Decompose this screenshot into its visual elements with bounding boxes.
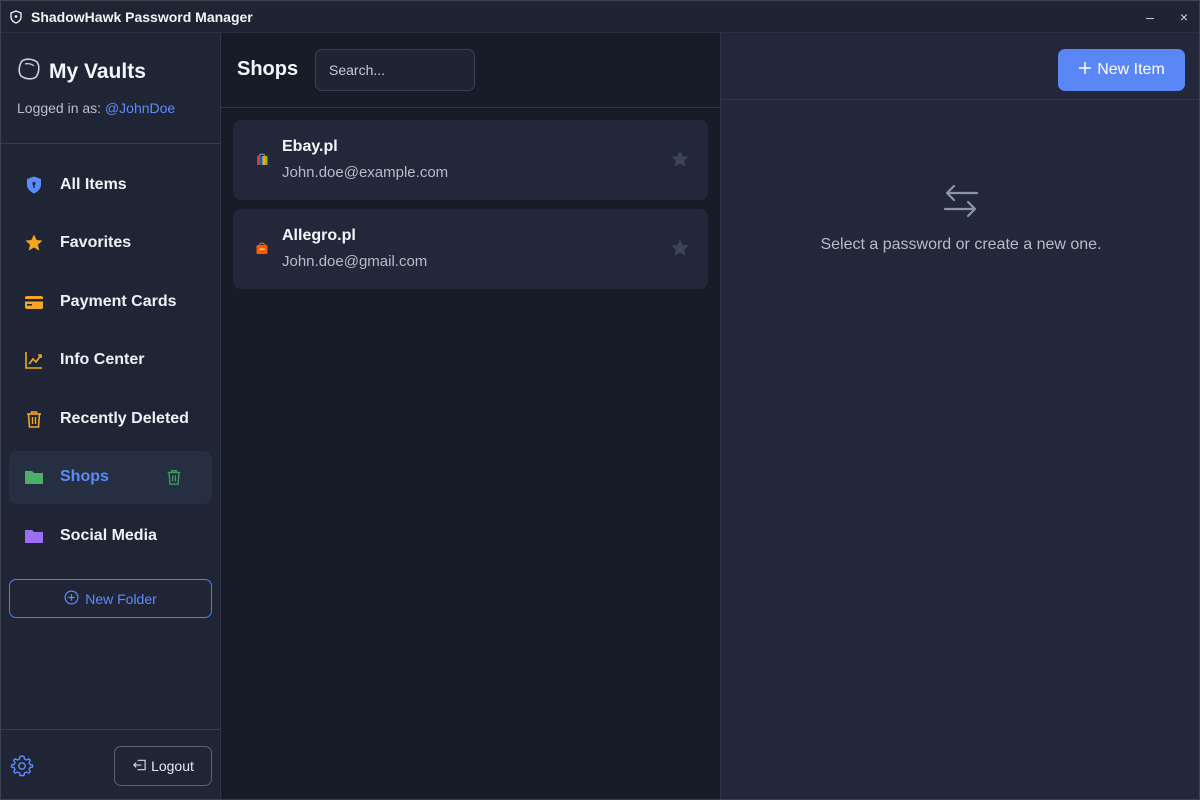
item-name: Allegro.pl [282,227,356,244]
sidebar-item-label: Social Media [60,526,157,544]
sidebar-item-label: Recently Deleted [60,409,189,427]
shield-icon [24,175,44,195]
logout-label: Logout [151,758,194,774]
vault-logo-icon [17,57,41,86]
new-item-label: New Item [1097,61,1165,78]
item-name: Ebay.pl [282,138,338,155]
new-folder-button[interactable]: New Folder [9,579,212,618]
list-header: Shops [221,33,721,108]
sidebar-divider [1,143,221,144]
sidebar-item-all-items[interactable]: All Items [9,158,212,211]
logged-in-label: Logged in as: [17,100,102,116]
favorite-star-icon[interactable] [670,238,690,258]
sidebar-item-label: Payment Cards [60,292,177,310]
detail-header: New Item [721,33,1199,100]
folder-icon [24,526,44,546]
sidebar: My Vaults Logged in as: @JohnDoe All Ite… [1,33,221,799]
folder-icon [24,467,44,487]
window-title: ShadowHawk Password Manager [31,8,253,25]
item-list: Ebay.pl John.doe@example.com Allegro.pl … [233,120,708,298]
item-list-panel: Shops Ebay.pl John.doe@example.com Alleg… [221,33,721,799]
app-window: ShadowHawk Password Manager – × My Vault… [0,0,1200,800]
logged-in-info: Logged in as: @JohnDoe [17,100,207,116]
shield-logo-icon [9,9,23,24]
detail-panel: New Item Select a password or create a n… [721,33,1199,799]
trend-chart-icon [24,350,44,370]
item-email: John.doe@example.com [282,164,449,181]
star-icon [24,233,44,253]
sidebar-item-social-media[interactable]: Social Media [9,509,212,562]
search-input[interactable] [315,49,475,91]
delete-folder-icon[interactable] [164,467,184,487]
minimize-button[interactable]: – [1133,1,1167,33]
sidebar-item-info-center[interactable]: Info Center [9,334,212,387]
sidebar-item-payment-cards[interactable]: Payment Cards [9,275,212,328]
swap-arrows-icon [941,181,981,221]
vault-title: My Vaults [49,59,146,83]
vault-header: My Vaults Logged in as: @JohnDoe [17,57,207,116]
list-item[interactable]: Ebay.pl John.doe@example.com [233,120,708,200]
ebay-logo-icon [255,152,269,166]
plus-circle-icon [64,590,79,608]
plus-icon [1078,61,1092,80]
sidebar-item-label: Shops [60,468,109,485]
trash-icon [24,409,44,429]
sidebar-item-favorites[interactable]: Favorites [9,217,212,270]
username: @JohnDoe [104,100,176,116]
vault-title-row: My Vaults [17,57,207,86]
sidebar-item-label: Info Center [60,351,145,368]
allegro-logo-icon [255,241,269,255]
sidebar-item-shops[interactable]: Shops [9,450,212,504]
sidebar-item-label: All Items [60,175,127,193]
sidebar-item-recently-deleted[interactable]: Recently Deleted [9,392,212,445]
sidebar-bottom-divider [1,729,221,730]
empty-state-text: Select a password or create a new one. [820,236,1102,253]
logout-icon [132,758,147,775]
window-controls: – × [1133,1,1199,33]
new-folder-label: New Folder [85,590,157,607]
gear-icon[interactable] [9,753,35,779]
list-item[interactable]: Allegro.pl John.doe@gmail.com [233,209,708,289]
empty-state: Select a password or create a new one. [721,181,1199,254]
sidebar-nav: All Items Favorites Payment Cards Info C… [9,158,212,568]
credit-card-icon [24,292,44,312]
item-email: John.doe@gmail.com [282,253,428,270]
sidebar-item-label: Favorites [60,234,132,251]
logout-button[interactable]: Logout [114,746,212,786]
list-title: Shops [237,58,299,80]
close-button[interactable]: × [1167,1,1199,33]
favorite-star-icon[interactable] [670,149,690,169]
new-item-button[interactable]: New Item [1058,49,1185,91]
title-bar: ShadowHawk Password Manager – × [1,1,1199,33]
